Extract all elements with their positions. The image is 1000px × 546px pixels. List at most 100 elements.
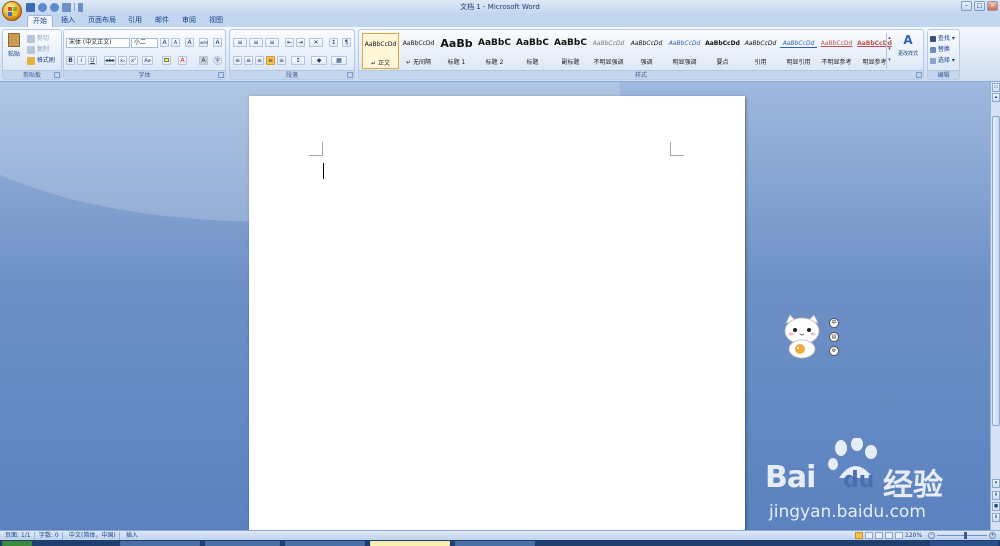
zoom-slider-thumb[interactable] (964, 532, 967, 539)
taskbar-item[interactable] (285, 541, 365, 546)
start-button[interactable] (2, 541, 32, 546)
change-case-button[interactable]: Aa (142, 56, 153, 65)
styles-gallery-scroll[interactable]: ▴ ▾ ▾ (886, 33, 892, 69)
copy-button[interactable]: 复制 (27, 44, 49, 54)
style-no-spacing[interactable]: AaBbCcDd ↵ 无间隔 (400, 33, 437, 69)
style-intense-quote[interactable]: AaBbCcDd 明显引用 (780, 33, 817, 69)
zoom-level[interactable]: 120% (905, 532, 922, 539)
zoom-out-button[interactable]: – (928, 532, 935, 539)
enclose-character-button[interactable]: 字 (213, 56, 222, 65)
font-color-button[interactable]: A (178, 56, 187, 65)
status-page[interactable]: 页面: 1/1 (2, 532, 35, 540)
tab-review[interactable]: 审阅 (177, 15, 201, 27)
maximize-button[interactable]: □ (974, 1, 985, 11)
tab-home[interactable]: 开始 (27, 15, 53, 27)
superscript-button[interactable]: x² (129, 56, 138, 65)
replace-button[interactable]: 替换 (930, 44, 950, 53)
align-right-button[interactable]: ≡ (255, 56, 264, 65)
taskbar-item-word-active[interactable] (370, 541, 450, 546)
clear-format-button[interactable]: A (185, 38, 194, 47)
zoom-slider[interactable] (937, 532, 987, 539)
minimize-button[interactable]: – (961, 1, 972, 11)
style-heading-1[interactable]: AaBb 标题 1 (438, 33, 475, 69)
tab-mailings[interactable]: 邮件 (150, 15, 174, 27)
style-strong[interactable]: AaBbCcDd 要点 (704, 33, 741, 69)
paste-button[interactable]: 粘贴 (6, 33, 22, 58)
style-quote[interactable]: AaBbCcDd 引用 (742, 33, 779, 69)
italic-button[interactable]: I (77, 56, 86, 65)
style-subtle-reference[interactable]: AaBbCcDd 不明显参考 (818, 33, 855, 69)
scroll-down-button[interactable]: ▾ (992, 479, 1000, 488)
character-border-button[interactable]: A (213, 38, 222, 47)
dialog-launcher-icon[interactable] (916, 72, 922, 78)
keyboard-icon[interactable]: ▤ (829, 332, 839, 342)
distributed-button[interactable]: ≡ (277, 56, 286, 65)
tab-references[interactable]: 引用 (123, 15, 147, 27)
subscript-button[interactable]: x₂ (118, 56, 127, 65)
tab-page-layout[interactable]: 页面布局 (83, 15, 121, 27)
strikethrough-button[interactable]: abc (104, 56, 116, 65)
decrease-indent-button[interactable]: ⇤ (285, 38, 294, 47)
font-size-select[interactable]: 小二 (131, 38, 158, 48)
find-button[interactable]: 查找 ▾ (930, 33, 955, 42)
show-marks-button[interactable]: ¶ (342, 38, 351, 47)
browse-object-button[interactable]: ● (992, 502, 1000, 511)
select-button[interactable]: 选择 ▾ (930, 55, 955, 64)
status-insert-mode[interactable]: 插入 (123, 532, 141, 540)
shading-button[interactable]: ◆ (311, 56, 327, 65)
style-heading-2[interactable]: AaBbC 标题 2 (476, 33, 513, 69)
vertical-scrollbar[interactable]: ▭ ▴ ▾ ⇞ ● ⇟ (990, 82, 1000, 530)
change-styles-button[interactable]: A 更改样式 (894, 33, 922, 57)
phonetic-guide-button[interactable]: wén (199, 38, 208, 47)
tab-view[interactable]: 视图 (204, 15, 228, 27)
status-word-count[interactable]: 字数: 0 (36, 532, 63, 540)
format-painter-button[interactable]: 格式刷 (27, 55, 55, 65)
scroll-up-button[interactable]: ▴ (992, 93, 1000, 102)
taskbar-item[interactable] (120, 541, 200, 546)
next-page-button[interactable]: ⇟ (992, 513, 1000, 522)
style-title[interactable]: AaBbC 标题 (514, 33, 551, 69)
underline-button[interactable]: U (88, 56, 97, 65)
tab-insert[interactable]: 插入 (56, 15, 80, 27)
align-left-button[interactable]: ≡ (233, 56, 242, 65)
style-subtitle[interactable]: AaBbC 副标题 (552, 33, 589, 69)
increase-indent-button[interactable]: ⇥ (296, 38, 305, 47)
full-screen-reading-icon[interactable] (865, 532, 873, 539)
settings-icon[interactable]: ⚙ (829, 346, 839, 356)
borders-button[interactable]: ▦ (331, 56, 347, 65)
align-center-button[interactable]: ≡ (244, 56, 253, 65)
draft-view-icon[interactable] (895, 532, 903, 539)
taskbar-item[interactable] (455, 541, 535, 546)
status-language[interactable]: 中文(简体，中国) (66, 532, 120, 540)
outline-view-icon[interactable] (885, 532, 893, 539)
cat-mascot-icon[interactable] (780, 313, 824, 359)
bold-button[interactable]: B (66, 56, 75, 65)
style-emphasis[interactable]: AaBbCcDd 强调 (628, 33, 665, 69)
office-button[interactable] (2, 1, 22, 21)
shrink-font-button[interactable]: A (171, 38, 180, 47)
line-spacing-button[interactable]: ↕ (291, 56, 305, 65)
cut-button[interactable]: 剪切 (27, 33, 49, 43)
document-page[interactable] (249, 96, 745, 530)
ruler-toggle-icon[interactable]: ▭ (992, 83, 1000, 92)
style-normal[interactable]: AaBbCcDd ↵ 正文 (362, 33, 399, 69)
character-shading-button[interactable]: A (199, 56, 208, 65)
chinese-input-icon[interactable]: 中 (829, 318, 839, 328)
bullets-button[interactable]: ≡ (233, 38, 247, 47)
dialog-launcher-icon[interactable] (218, 72, 224, 78)
previous-page-button[interactable]: ⇞ (992, 491, 1000, 500)
chinese-layout-button[interactable]: ✕ (309, 38, 323, 47)
grow-font-button[interactable]: A (160, 38, 169, 47)
dialog-launcher-icon[interactable] (54, 72, 60, 78)
taskbar-item[interactable] (205, 541, 280, 546)
print-layout-icon[interactable] (855, 532, 863, 539)
style-subtle-emphasis[interactable]: AaBbCcDd 不明显强调 (590, 33, 627, 69)
highlight-button[interactable] (162, 56, 171, 65)
numbering-button[interactable]: ≡ (249, 38, 263, 47)
multilevel-list-button[interactable]: ≡ (265, 38, 279, 47)
sort-button[interactable]: ↕ (329, 38, 338, 47)
zoom-in-button[interactable]: + (989, 532, 996, 539)
close-button[interactable]: × (987, 1, 998, 11)
web-layout-icon[interactable] (875, 532, 883, 539)
font-name-select[interactable]: 宋体 (中文正文) (66, 38, 130, 48)
